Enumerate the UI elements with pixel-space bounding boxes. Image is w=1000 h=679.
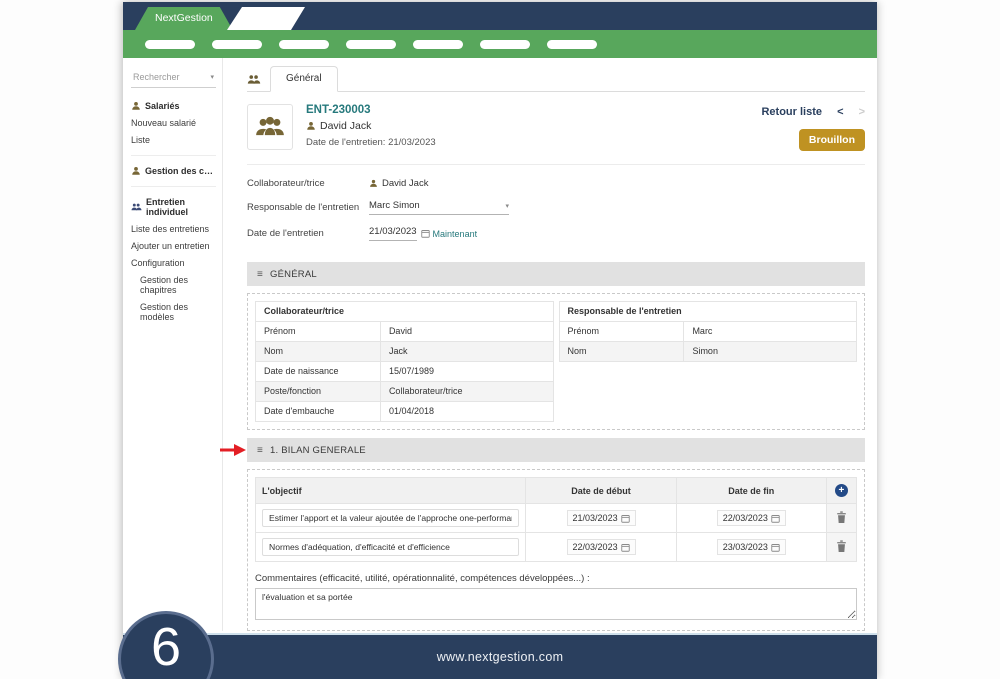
add-row-button[interactable]: + bbox=[835, 484, 848, 497]
trash-icon[interactable] bbox=[836, 511, 847, 523]
sidebar-item-configuration[interactable]: Configuration bbox=[131, 258, 216, 268]
section-general: ≡ GÉNÉRAL Collaborateur/trice PrénomDavi… bbox=[247, 262, 865, 430]
prev-record-chevron[interactable]: < bbox=[837, 106, 843, 118]
search-select[interactable]: Rechercher ▾ bbox=[131, 70, 216, 88]
table-row: NomJack bbox=[256, 342, 554, 362]
record-name: David Jack bbox=[320, 120, 371, 132]
objective-input[interactable] bbox=[262, 538, 519, 556]
collaborator-value: David Jack bbox=[382, 178, 428, 189]
person-icon bbox=[131, 166, 141, 176]
objective-input[interactable] bbox=[262, 509, 519, 527]
menu-item-pill[interactable] bbox=[145, 40, 195, 49]
section-bilan-body: L'objectif Date de début Date de fin + 2… bbox=[247, 469, 865, 631]
sidebar-item-liste-entretiens[interactable]: Liste des entretiens bbox=[131, 224, 216, 234]
footer-url: www.nextgestion.com bbox=[437, 650, 564, 664]
table-row: NomSimon bbox=[559, 342, 857, 362]
chevron-down-icon: ▾ bbox=[210, 73, 214, 81]
drag-handle-icon: ≡ bbox=[257, 445, 263, 456]
now-link[interactable]: Maintenant bbox=[421, 229, 478, 239]
section-general-header[interactable]: ≡ GÉNÉRAL bbox=[247, 262, 865, 286]
app-window: NextGestion Rechercher ▾ Salariés bbox=[123, 2, 877, 679]
calendar-icon bbox=[771, 514, 780, 523]
person-icon bbox=[131, 101, 141, 111]
start-date-input[interactable]: 21/03/2023 bbox=[567, 510, 636, 526]
table-row: 22/03/2023 23/03/2023 bbox=[256, 533, 857, 562]
people-icon bbox=[247, 74, 261, 85]
record-date: Date de l'entretien: 21/03/2023 bbox=[306, 137, 436, 148]
search-placeholder: Rechercher bbox=[133, 72, 180, 82]
top-bar: NextGestion bbox=[123, 2, 877, 30]
divider bbox=[131, 186, 216, 187]
calendar-icon bbox=[621, 543, 630, 552]
manager-select[interactable]: Marc Simon ▾ bbox=[369, 200, 509, 215]
trash-icon[interactable] bbox=[836, 540, 847, 552]
sidebar-item-entretien-individuel[interactable]: Entretien individuel bbox=[131, 197, 216, 217]
end-date-input[interactable]: 22/03/2023 bbox=[717, 510, 786, 526]
drag-handle-icon: ≡ bbox=[257, 269, 263, 280]
menu-item-pill[interactable] bbox=[547, 40, 597, 49]
menu-item-pill[interactable] bbox=[279, 40, 329, 49]
people-group-icon bbox=[255, 115, 285, 139]
site-footer: www.nextgestion.com bbox=[123, 633, 877, 679]
sidebar-item-salaries[interactable]: Salariés bbox=[131, 101, 216, 111]
person-icon bbox=[369, 179, 378, 188]
person-icon bbox=[306, 121, 316, 131]
objectives-table: L'objectif Date de début Date de fin + 2… bbox=[255, 477, 857, 562]
blank-tab[interactable] bbox=[227, 7, 305, 30]
menu-item-pill[interactable] bbox=[480, 40, 530, 49]
calendar-icon bbox=[771, 543, 780, 552]
sidebar-item-gestion-modeles[interactable]: Gestion des modèles bbox=[140, 302, 216, 322]
collaborator-label: Collaborateur/trice bbox=[247, 178, 369, 189]
start-date-input[interactable]: 22/03/2023 bbox=[567, 539, 636, 555]
avatar bbox=[247, 104, 293, 150]
record-id: ENT-230003 bbox=[306, 104, 436, 116]
page: NextGestion Rechercher ▾ Salariés bbox=[0, 0, 1000, 679]
comments-label: Commentaires (efficacité, utilité, opéra… bbox=[255, 573, 857, 584]
section-general-body: Collaborateur/trice PrénomDavid NomJack … bbox=[247, 293, 865, 430]
divider bbox=[131, 155, 216, 156]
table-row: 21/03/2023 22/03/2023 bbox=[256, 504, 857, 533]
table-row: Date d'embauche01/04/2018 bbox=[256, 402, 554, 422]
record-header: ENT-230003 David Jack Date de l'entretie… bbox=[247, 92, 865, 165]
calendar-icon bbox=[421, 229, 430, 238]
table-row: PrénomMarc bbox=[559, 322, 857, 342]
annotation-arrow-icon bbox=[220, 443, 246, 457]
collaborator-table: Collaborateur/trice PrénomDavid NomJack … bbox=[255, 301, 554, 422]
sidebar-item-gestion-chapitres[interactable]: Gestion des chapitres bbox=[140, 275, 216, 295]
sidebar-item-nouveau-salarie[interactable]: Nouveau salarié bbox=[131, 118, 216, 128]
end-date-input[interactable]: 23/03/2023 bbox=[717, 539, 786, 555]
form-area: Collaborateur/trice David Jack Responsab… bbox=[247, 165, 865, 254]
manager-table: Responsable de l'entretien PrénomMarc No… bbox=[559, 301, 858, 362]
table-row: Date de naissance15/07/1989 bbox=[256, 362, 554, 382]
status-badge: Brouillon bbox=[799, 129, 865, 151]
tab-bar: Général bbox=[247, 64, 865, 92]
interview-date-input[interactable]: 21/03/2023 bbox=[369, 226, 417, 241]
brand-tab[interactable]: NextGestion bbox=[135, 7, 233, 30]
sidebar-item-ajouter-entretien[interactable]: Ajouter un entretien bbox=[131, 241, 216, 251]
back-to-list-link[interactable]: Retour liste bbox=[761, 106, 822, 118]
menu-item-pill[interactable] bbox=[346, 40, 396, 49]
menu-item-pill[interactable] bbox=[212, 40, 262, 49]
section-bilan-header[interactable]: ≡ 1. BILAN GENERALE bbox=[247, 438, 865, 462]
chevron-down-icon: ▾ bbox=[505, 202, 509, 210]
sidebar: Rechercher ▾ Salariés Nouveau salarié Li… bbox=[123, 58, 223, 631]
menu-item-pill[interactable] bbox=[413, 40, 463, 49]
sidebar-item-liste[interactable]: Liste bbox=[131, 135, 216, 145]
comments-textarea[interactable]: l'évaluation et sa portée bbox=[255, 588, 857, 620]
table-row: Poste/fonctionCollaborateur/trice bbox=[256, 382, 554, 402]
table-row: PrénomDavid bbox=[256, 322, 554, 342]
sidebar-item-gestion-competences[interactable]: Gestion des compét... bbox=[131, 166, 216, 176]
main-content: Général ENT-230003 David Jack Date de l'… bbox=[223, 58, 877, 631]
people-icon bbox=[131, 202, 142, 212]
calendar-icon bbox=[621, 514, 630, 523]
next-record-chevron: > bbox=[859, 106, 865, 118]
interview-date-label: Date de l'entretien bbox=[247, 228, 369, 239]
manager-label: Responsable de l'entretien bbox=[247, 202, 369, 213]
section-bilan: ≡ 1. BILAN GENERALE L'objectif Date de d… bbox=[247, 438, 865, 631]
main-menu-bar bbox=[123, 30, 877, 58]
tab-general[interactable]: Général bbox=[270, 66, 338, 92]
